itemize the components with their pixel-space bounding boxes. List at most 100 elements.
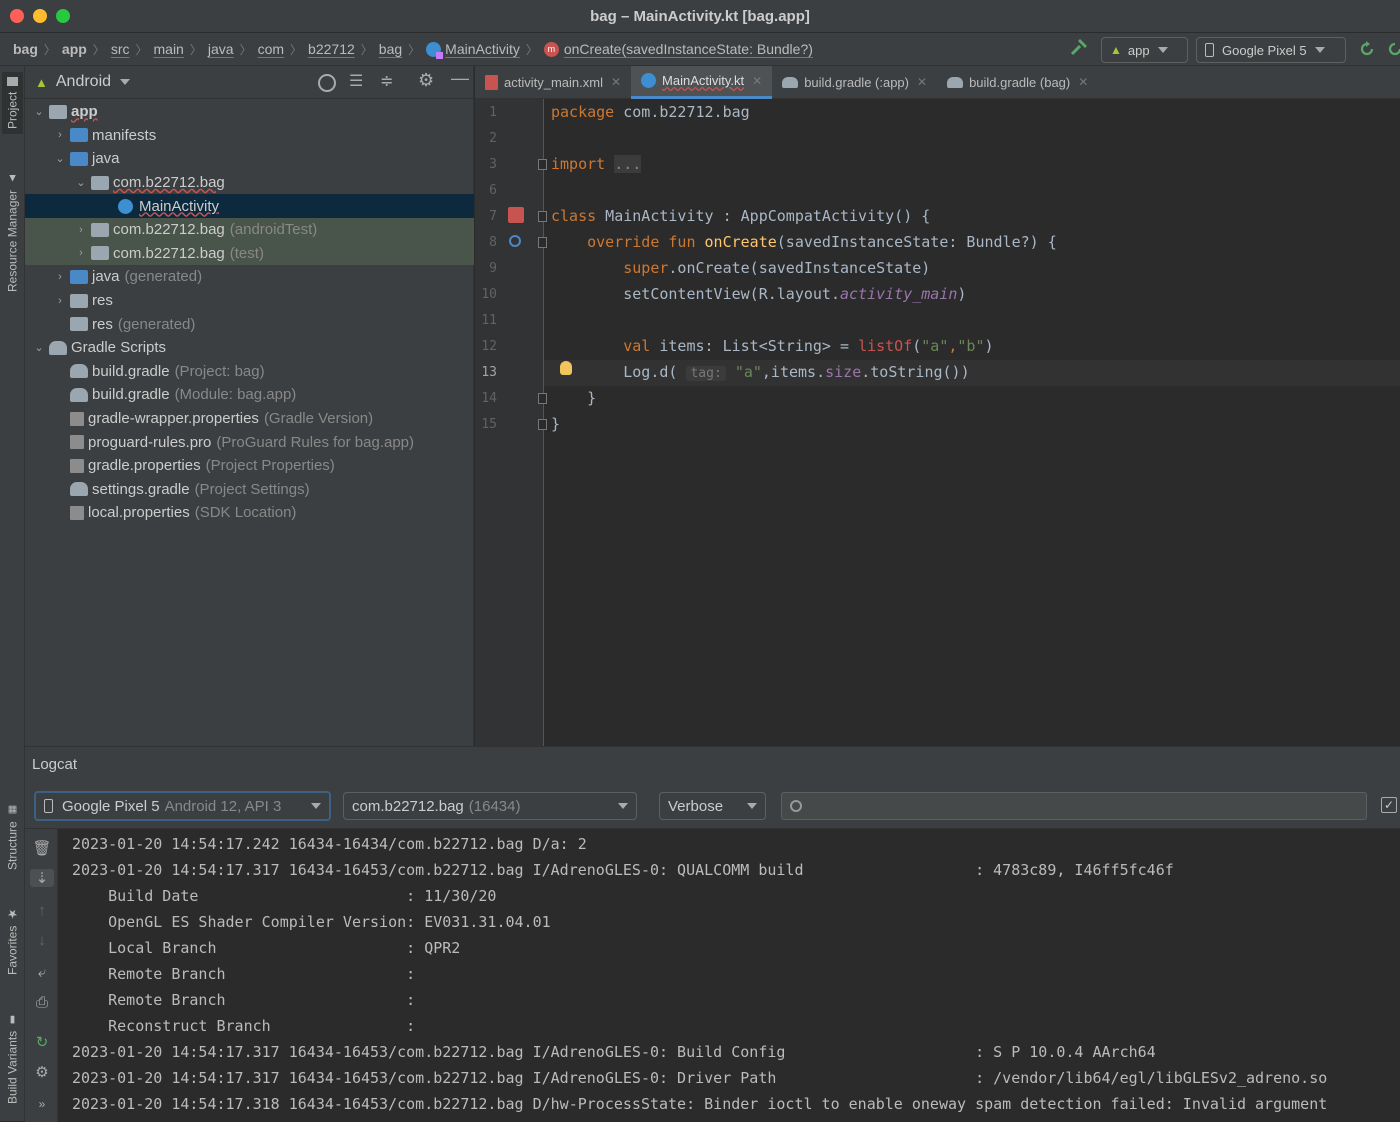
- fold-icon[interactable]: [538, 211, 547, 222]
- breadcrumb-bag[interactable]: bag 〉: [13, 41, 62, 58]
- run-config-selector[interactable]: ▲ app: [1101, 37, 1188, 63]
- expand-all-icon[interactable]: ☰: [349, 71, 363, 91]
- title-bar: bag – MainActivity.kt [bag.app]: [0, 0, 1400, 33]
- resource-icon: ▲: [6, 171, 19, 184]
- breadcrumb-bag-package[interactable]: bag 〉: [379, 41, 426, 58]
- generated-folder-icon: [70, 269, 88, 284]
- collapse-all-icon[interactable]: ≑: [380, 71, 393, 91]
- down-arrow-icon[interactable]: ↓: [33, 931, 51, 949]
- tree-item-settings-gradle[interactable]: settings.gradle (Project Settings): [25, 478, 474, 502]
- tree-item-gradle-properties[interactable]: gradle.properties (Project Properties): [25, 454, 474, 478]
- fold-icon[interactable]: [538, 237, 547, 248]
- tab-build-gradle-bag[interactable]: build.gradle (bag) ✕: [937, 66, 1098, 99]
- logcat-process-selector[interactable]: com.b22712.bag (16434): [343, 792, 637, 820]
- logcat-device-selector[interactable]: Google Pixel 5 Android 12, API 3: [34, 791, 331, 821]
- gradle-icon: [70, 364, 88, 379]
- android-icon: ▲: [1110, 43, 1122, 57]
- tree-item-gradle-wrapper[interactable]: gradle-wrapper.properties (Gradle Version…: [25, 407, 474, 431]
- print-icon[interactable]: ⎙: [33, 993, 51, 1011]
- tree-item-package[interactable]: ⌄ com.b22712.bag: [25, 171, 474, 195]
- breadcrumb-mainactivity[interactable]: MainActivity 〉: [426, 41, 544, 59]
- logcat-search-input[interactable]: [781, 792, 1367, 820]
- close-tab-icon[interactable]: ✕: [611, 75, 621, 89]
- tree-item-res-generated[interactable]: res (generated): [25, 312, 474, 336]
- tree-item-androidtest[interactable]: › com.b22712.bag (androidTest): [25, 218, 474, 242]
- tab-resource-manager[interactable]: Resource Manager ▲: [2, 162, 23, 302]
- tree-item-mainactivity[interactable]: MainActivity: [25, 194, 474, 218]
- gradle-icon: [782, 76, 799, 88]
- tree-item-build-gradle-project[interactable]: build.gradle (Project: bag): [25, 360, 474, 384]
- tab-structure[interactable]: Structure ▦: [2, 796, 23, 878]
- tab-activity-main-xml[interactable]: activity_main.xml ✕: [475, 66, 631, 99]
- code-line-14: }: [587, 389, 597, 407]
- breadcrumb-com[interactable]: com 〉: [258, 41, 308, 58]
- tree-item-java[interactable]: ⌄ java: [25, 147, 474, 171]
- locate-icon[interactable]: [318, 74, 336, 92]
- code-line-9: super.onCreate(savedInstanceState): [623, 259, 931, 277]
- breadcrumb-main[interactable]: main 〉: [154, 41, 208, 58]
- fold-icon[interactable]: [538, 393, 547, 404]
- tab-favorites[interactable]: Favorites ★: [2, 900, 23, 982]
- fold-icon[interactable]: [538, 159, 547, 170]
- gear-icon[interactable]: ⚙: [418, 70, 434, 91]
- gear-icon[interactable]: ⚙: [33, 1063, 51, 1081]
- left-tool-strip: Project Resource Manager ▲ Structure ▦ Fav…: [0, 66, 25, 1121]
- gradle-icon: [70, 387, 88, 402]
- tree-item-build-gradle-module[interactable]: build.gradle (Module: bag.app): [25, 383, 474, 407]
- regex-checkbox[interactable]: ✓: [1381, 797, 1397, 813]
- apply-code-changes-icon[interactable]: [1386, 40, 1400, 58]
- properties-file-icon: [70, 458, 84, 473]
- trash-icon[interactable]: 🗑: [32, 839, 51, 857]
- overrides-method-gutter-icon[interactable]: [509, 235, 521, 247]
- scroll-to-end-icon[interactable]: ⇣: [30, 869, 54, 887]
- line-number: 9: [489, 261, 497, 276]
- tree-item-local-properties[interactable]: local.properties (SDK Location): [25, 501, 474, 525]
- tree-item-res[interactable]: › res: [25, 289, 474, 313]
- code-line-13: Log.d( tag: "a",items.size.toString()): [623, 363, 970, 381]
- hide-panel-icon[interactable]: —: [451, 68, 469, 89]
- code-line-15: }: [551, 415, 561, 433]
- breadcrumb-app[interactable]: app 〉: [62, 41, 111, 58]
- logcat-toolbar: 🗑 ⇣ ↑ ↓ ⤶ ⎙ ↻ ⚙ »: [25, 829, 58, 1122]
- logcat-title: Logcat: [32, 755, 78, 773]
- up-arrow-icon[interactable]: ↑: [33, 901, 51, 919]
- tab-mainactivity-kt[interactable]: MainActivity.kt ✕: [631, 65, 773, 99]
- tree-item-manifests[interactable]: › manifests: [25, 124, 474, 148]
- build-hammer-icon[interactable]: [1068, 37, 1090, 59]
- search-icon: [790, 800, 802, 812]
- restart-icon[interactable]: ↻: [33, 1033, 51, 1051]
- breadcrumb-oncreate[interactable]: m onCreate(savedInstanceState: Bundle?): [543, 41, 813, 57]
- log-line: 2023-01-20 14:54:17.317 16434-16453/com.…: [72, 1069, 1328, 1087]
- device-selector[interactable]: Google Pixel 5: [1196, 37, 1346, 63]
- activity-layout-gutter-icon[interactable]: [508, 207, 524, 223]
- tree-item-app[interactable]: ⌄ app: [25, 100, 474, 124]
- editor-tab-bar: activity_main.xml ✕ MainActivity.kt ✕ buil…: [475, 65, 1400, 99]
- code-editor[interactable]: 1 2 3 6 7 8 9 10 11 12 13 14 15 package …: [475, 99, 1400, 746]
- tree-item-test[interactable]: › com.b22712.bag (test): [25, 241, 474, 266]
- tree-item-proguard[interactable]: proguard-rules.pro (ProGuard Rules for ba…: [25, 430, 474, 454]
- close-tab-icon[interactable]: ✕: [752, 74, 762, 88]
- code-line-8: override fun onCreate(savedInstanceState…: [587, 233, 1057, 251]
- close-tab-icon[interactable]: ✕: [1078, 75, 1088, 89]
- folder-icon: [70, 151, 88, 166]
- tab-build-variants[interactable]: Build Variants ▮: [2, 1000, 23, 1118]
- breadcrumb-src[interactable]: src 〉: [111, 41, 154, 58]
- tree-item-java-generated[interactable]: › java (generated): [25, 265, 474, 289]
- code-line-3: import ...: [551, 155, 642, 173]
- apply-changes-icon[interactable]: [1358, 40, 1376, 58]
- breadcrumb-b22712[interactable]: b22712 〉: [308, 41, 379, 58]
- text-file-icon: [70, 435, 84, 450]
- soft-wrap-icon[interactable]: ⤶: [33, 963, 51, 981]
- folded-imports[interactable]: ...: [614, 155, 642, 173]
- close-tab-icon[interactable]: ✕: [917, 75, 927, 89]
- tab-build-gradle-app[interactable]: build.gradle (:app) ✕: [772, 66, 937, 99]
- log-line: 2023-01-20 14:54:17.318 16434-16453/com.…: [72, 1095, 1328, 1113]
- tab-project[interactable]: Project: [2, 72, 23, 134]
- logcat-level-selector[interactable]: Verbose: [659, 792, 766, 820]
- project-view-selector[interactable]: Android: [56, 73, 111, 91]
- tree-item-gradle-scripts[interactable]: ⌄ Gradle Scripts: [25, 336, 474, 360]
- folder-icon: [7, 76, 18, 86]
- breadcrumb-java[interactable]: java 〉: [208, 41, 258, 58]
- more-icon[interactable]: »: [33, 1095, 51, 1113]
- fold-icon[interactable]: [538, 419, 547, 430]
